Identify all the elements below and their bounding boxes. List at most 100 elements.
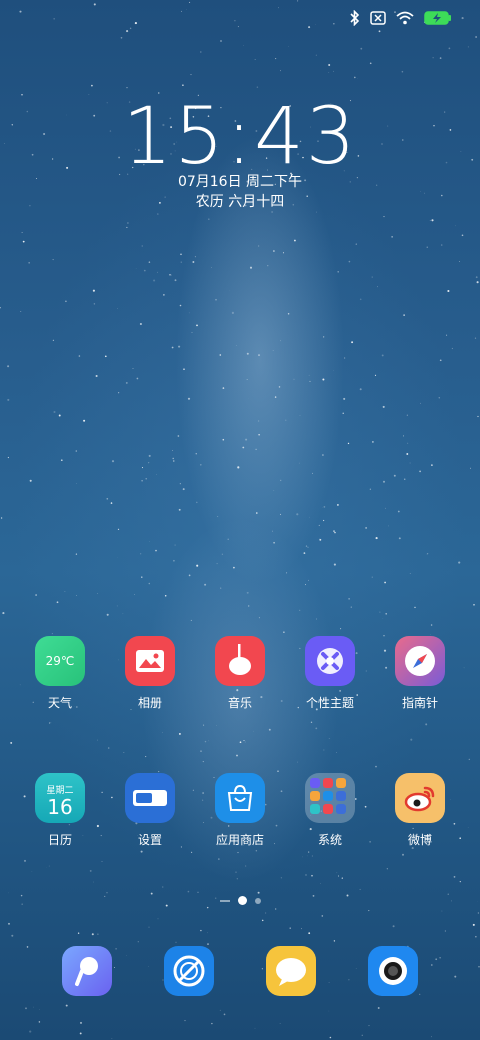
app-themes[interactable]: 个性主题 (285, 636, 375, 711)
minus-one-screen-indicator (219, 899, 230, 902)
star (280, 479, 282, 482)
star (477, 912, 480, 914)
star (470, 467, 471, 469)
star (149, 541, 150, 542)
star (377, 286, 378, 288)
star (342, 412, 344, 414)
app-store-icon[interactable] (215, 773, 265, 823)
settings-icon[interactable] (125, 773, 175, 823)
app-gallery[interactable]: 相册 (105, 636, 195, 711)
star (261, 919, 264, 922)
weather-icon[interactable]: 29℃ (35, 636, 85, 686)
star (386, 868, 388, 870)
star (174, 544, 176, 546)
star (311, 874, 313, 877)
star (333, 563, 336, 566)
star (351, 341, 354, 344)
star (38, 1021, 41, 1023)
star (79, 1021, 83, 1024)
star (321, 915, 324, 917)
star (293, 378, 295, 380)
star (125, 381, 128, 384)
star (157, 271, 158, 273)
app-compass[interactable]: 指南针 (375, 636, 465, 711)
star (231, 311, 234, 314)
phone-icon[interactable] (62, 946, 112, 996)
calendar-icon[interactable]: 星期二 16 (35, 773, 85, 823)
star (106, 497, 109, 500)
weibo-icon[interactable] (395, 773, 445, 823)
star (299, 609, 301, 611)
star (288, 46, 289, 48)
star (377, 1007, 380, 1009)
star (382, 405, 385, 408)
star (158, 771, 160, 773)
star (75, 553, 78, 555)
theme-icon[interactable] (305, 636, 355, 686)
star (180, 253, 182, 256)
star (258, 245, 260, 247)
app-label: 天气 (47, 696, 72, 710)
star (76, 483, 77, 485)
browser-icon[interactable] (164, 946, 214, 996)
star (35, 594, 37, 596)
star (235, 871, 237, 873)
star (23, 859, 27, 862)
app-calendar[interactable]: 星期二 16 日历 (15, 773, 105, 848)
star (97, 933, 99, 935)
app-weibo[interactable]: 微博 (375, 773, 465, 848)
star (104, 355, 107, 358)
star (223, 1013, 226, 1016)
star (29, 1030, 32, 1033)
star (431, 464, 433, 466)
star (447, 289, 450, 293)
star (236, 878, 238, 880)
app-settings[interactable]: 设置 (105, 773, 195, 848)
compass-icon[interactable] (395, 636, 445, 686)
gallery-icon[interactable] (125, 636, 175, 686)
star (406, 453, 409, 455)
star (369, 62, 372, 65)
star (246, 352, 249, 355)
star (305, 545, 308, 547)
page-indicator[interactable] (0, 896, 480, 905)
bluetooth-icon (350, 10, 360, 26)
star (453, 876, 456, 878)
star (264, 912, 267, 914)
star (359, 298, 362, 301)
star (258, 434, 260, 436)
app-weather[interactable]: 29℃ 天气 (15, 636, 105, 711)
star (474, 337, 477, 339)
app-music[interactable]: 音乐 (195, 636, 285, 711)
star (126, 226, 128, 228)
app-row-2: 星期二 16 日历 设置 应用商店 系统 微博 (0, 773, 480, 848)
star (296, 761, 298, 763)
star (268, 728, 271, 731)
app-label: 设置 (137, 833, 162, 847)
star (267, 265, 269, 267)
star (381, 354, 384, 357)
music-icon[interactable] (215, 636, 265, 686)
camera-icon[interactable] (368, 946, 418, 996)
folder-mini-icon (310, 804, 320, 814)
star (438, 397, 441, 399)
app-folder-system[interactable]: 系统 (285, 773, 375, 848)
star (475, 936, 477, 938)
star (371, 276, 373, 278)
star (258, 354, 260, 357)
star (354, 76, 356, 79)
app-store[interactable]: 应用商店 (195, 773, 285, 848)
folder-icon[interactable] (305, 773, 355, 823)
star (303, 552, 306, 554)
star (350, 606, 352, 608)
messages-icon[interactable] (266, 946, 316, 996)
star (52, 259, 54, 261)
star (197, 891, 199, 893)
star (322, 378, 325, 381)
star (275, 58, 277, 60)
star (397, 510, 400, 513)
star (242, 446, 245, 449)
star (319, 538, 322, 541)
star (178, 732, 181, 735)
star (404, 478, 406, 480)
